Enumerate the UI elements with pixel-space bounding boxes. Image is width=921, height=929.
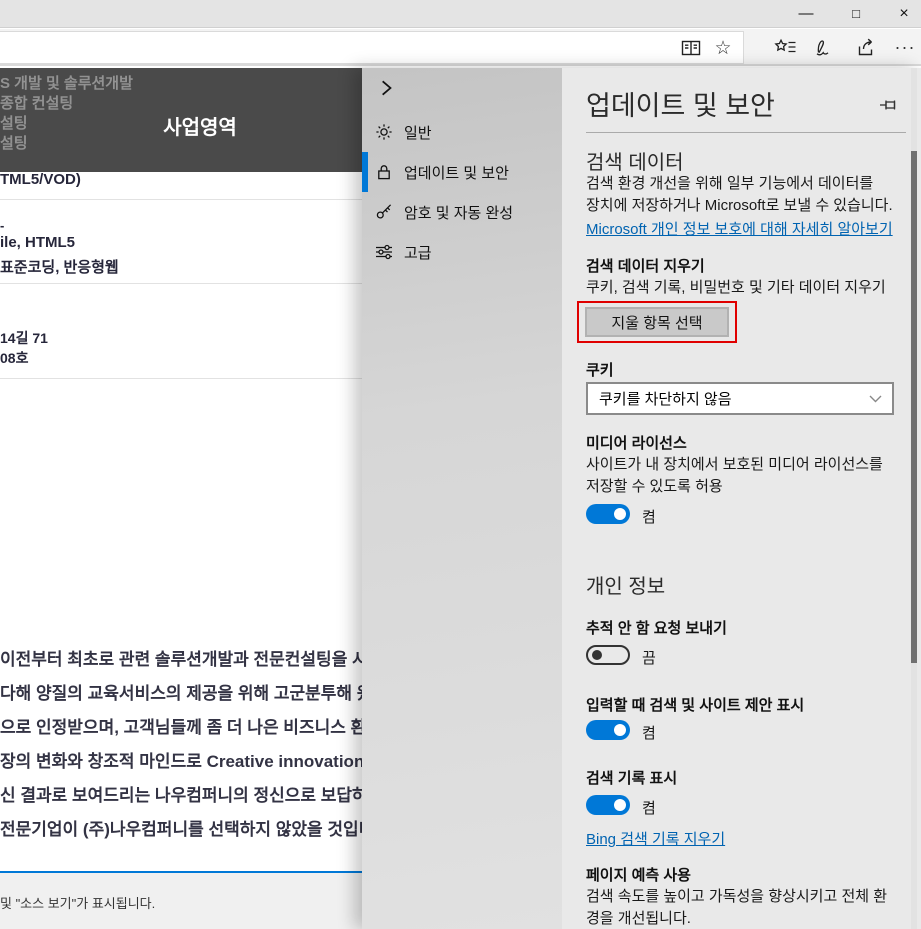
sidebar-item-passwords[interactable]: 암호 및 자동 완성 bbox=[362, 192, 562, 232]
maximize-button[interactable]: □ bbox=[840, 0, 872, 27]
share-icon[interactable] bbox=[853, 35, 879, 59]
divider bbox=[0, 378, 362, 379]
lock-icon bbox=[375, 163, 393, 181]
content-area: S 개발 및 솔루션개발 종합 컨설팅 설팅 설팅 사업영역 TML5/VOD)… bbox=[0, 68, 921, 929]
gear-icon bbox=[375, 123, 393, 141]
divider bbox=[586, 132, 906, 133]
desc-line: 검색 환경 개선을 위해 일부 기능에서 데이터를 bbox=[586, 173, 893, 195]
chevron-right-icon[interactable] bbox=[376, 78, 396, 98]
paragraph-line: 으로 인정받으며, 고객님들께 좀 더 나은 비즈니스 환경 bbox=[0, 711, 362, 745]
browser-toolbar: ☆ ··· bbox=[0, 29, 921, 66]
toggle-state-label: 켬 bbox=[642, 797, 656, 818]
paragraph-line: 이전부터 최초로 관련 솔루션개발과 전문컨설팅을 시작 bbox=[0, 643, 362, 677]
page-notification-bar: 및 "소스 보기"가 표시됩니다. bbox=[0, 873, 362, 929]
sidebar-item-label: 암호 및 자동 완성 bbox=[404, 202, 513, 223]
toggle-knob bbox=[614, 724, 626, 736]
sidebar-item-update-security[interactable]: 업데이트 및 보안 bbox=[362, 152, 562, 192]
desc-line: 검색 속도를 높이고 가독성을 향상시키고 전체 환 bbox=[586, 886, 887, 908]
page-paragraph: 이전부터 최초로 관련 솔루션개발과 전문컨설팅을 시작 다해 양질의 교육서비… bbox=[0, 643, 362, 847]
browsing-data-desc: 검색 환경 개선을 위해 일부 기능에서 데이터를 장치에 저장하거나 Micr… bbox=[586, 173, 893, 217]
toggle-knob bbox=[592, 650, 602, 660]
edge-browser-window: — □ × ☆ bbox=[0, 0, 921, 929]
header-fragment: 종합 컨설팅 bbox=[0, 92, 73, 113]
do-not-track-toggle[interactable] bbox=[586, 645, 630, 665]
sidebar-item-label: 고급 bbox=[404, 242, 432, 263]
media-licenses-toggle[interactable] bbox=[586, 504, 630, 524]
paragraph-line: 다해 양질의 교육서비스의 제공을 위해 고군분투해 왔 bbox=[0, 677, 362, 711]
settings-nav: 일반 업데이트 및 보안 bbox=[362, 68, 562, 929]
desc-line: 저장할 수 있도록 허용 bbox=[586, 476, 883, 498]
annotation-red-box: 지울 항목 선택 bbox=[577, 301, 737, 343]
desc-line: 경을 개선됩니다. bbox=[586, 908, 887, 929]
search-history-toggle[interactable] bbox=[586, 795, 630, 815]
page-text: 표준코딩, 반응형웹 bbox=[0, 256, 119, 277]
search-suggestions-toggle[interactable] bbox=[586, 720, 630, 740]
scrollbar-thumb[interactable] bbox=[911, 151, 917, 663]
header-fragment: 설팅 bbox=[0, 132, 28, 153]
sidebar-item-general[interactable]: 일반 bbox=[362, 112, 562, 152]
title-bar: — □ × bbox=[0, 0, 921, 28]
page-text: TML5/VOD) bbox=[0, 171, 81, 188]
address-bar[interactable]: ☆ bbox=[0, 31, 744, 64]
clear-browsing-data-label: 검색 데이터 지우기 bbox=[586, 255, 705, 276]
sidebar-item-label: 업데이트 및 보안 bbox=[404, 162, 509, 183]
media-licenses-label: 미디어 라이선스 bbox=[586, 432, 687, 453]
sidebar-item-advanced[interactable]: 고급 bbox=[362, 232, 562, 272]
reading-view-icon[interactable] bbox=[679, 37, 703, 59]
divider bbox=[0, 283, 362, 284]
key-icon bbox=[375, 203, 393, 221]
paragraph-line: 전문기업이 (주)나우컴퍼니를 선택하지 않았을 것입니 bbox=[0, 813, 362, 847]
do-not-track-label: 추적 안 함 요청 보내기 bbox=[586, 617, 727, 638]
paragraph-line: 장의 변화와 창조적 마인드로 Creative innovation을 bbox=[0, 745, 362, 779]
page-text: - bbox=[0, 218, 4, 233]
hub-favorites-icon[interactable] bbox=[772, 35, 798, 59]
chevron-down-icon bbox=[869, 395, 882, 403]
clear-browsing-data-desc: 쿠키, 검색 기록, 비밀번호 및 기타 데이터 지우기 bbox=[586, 277, 886, 299]
paragraph-line: 신 결과로 보여드리는 나우컴퍼니의 정신으로 보답하겠 bbox=[0, 779, 362, 813]
close-button[interactable]: × bbox=[888, 0, 920, 27]
header-fragment: S 개발 및 솔루션개발 bbox=[0, 72, 133, 93]
privacy-learn-more-link[interactable]: Microsoft 개인 정보 보호에 대해 자세히 알아보기 bbox=[586, 218, 893, 239]
sliders-icon bbox=[375, 243, 393, 261]
desc-line: 사이트가 내 장치에서 보호된 미디어 라이선스를 bbox=[586, 454, 883, 476]
webpage-dark-header: S 개발 및 솔루션개발 종합 컨설팅 설팅 설팅 사업영역 bbox=[0, 68, 362, 172]
webpage: S 개발 및 솔루션개발 종합 컨설팅 설팅 설팅 사업영역 TML5/VOD)… bbox=[0, 68, 362, 929]
webpage-section-title: 사업영역 bbox=[120, 111, 280, 140]
privacy-heading: 개인 정보 bbox=[586, 570, 665, 599]
more-actions-icon[interactable]: ··· bbox=[892, 35, 918, 59]
cookies-label: 쿠키 bbox=[586, 359, 614, 380]
page-prediction-label: 페이지 예측 사용 bbox=[586, 864, 691, 885]
web-note-ink-icon[interactable] bbox=[810, 35, 836, 59]
toggle-knob bbox=[614, 508, 626, 520]
toggle-knob bbox=[614, 799, 626, 811]
notification-text: 및 "소스 보기"가 표시됩니다. bbox=[0, 893, 155, 912]
page-text: ile, HTML5 bbox=[0, 234, 75, 251]
browsing-data-heading: 검색 데이터 bbox=[586, 146, 684, 175]
toggle-state-label: 켬 bbox=[642, 506, 656, 527]
header-fragment: 설팅 bbox=[0, 112, 28, 133]
page-prediction-desc: 검색 속도를 높이고 가독성을 향상시키고 전체 환 경을 개선됩니다. bbox=[586, 886, 887, 929]
minimize-button[interactable]: — bbox=[790, 0, 822, 27]
sidebar-item-label: 일반 bbox=[404, 122, 432, 143]
settings-panel: 업데이트 및 보안 검색 데이터 검색 환경 개선을 위해 일부 기능에서 데이… bbox=[562, 68, 921, 929]
toggle-state-label: 켬 bbox=[642, 722, 656, 743]
choose-what-to-clear-button[interactable]: 지울 항목 선택 bbox=[585, 307, 729, 337]
cookies-dropdown[interactable]: 쿠키를 차단하지 않음 bbox=[586, 382, 894, 415]
desc-line: 장치에 저장하거나 Microsoft로 보낼 수 있습니다. bbox=[586, 195, 893, 217]
page-text: 14길 71 bbox=[0, 328, 48, 348]
divider bbox=[0, 199, 362, 200]
media-licenses-desc: 사이트가 내 장치에서 보호된 미디어 라이선스를 저장할 수 있도록 허용 bbox=[586, 454, 883, 498]
page-text: 08호 bbox=[0, 348, 28, 368]
settings-flyout: 일반 업데이트 및 보안 bbox=[362, 68, 921, 929]
favorite-star-icon[interactable]: ☆ bbox=[711, 37, 735, 59]
settings-title: 업데이트 및 보안 bbox=[586, 84, 775, 123]
cookies-dropdown-value: 쿠키를 차단하지 않음 bbox=[599, 388, 732, 409]
search-history-label: 검색 기록 표시 bbox=[586, 767, 677, 788]
pin-icon[interactable] bbox=[879, 98, 901, 112]
bing-clear-history-link[interactable]: Bing 검색 기록 지우기 bbox=[586, 828, 725, 849]
search-suggestions-label: 입력할 때 검색 및 사이트 제안 표시 bbox=[586, 694, 804, 715]
toggle-state-label: 끔 bbox=[642, 647, 656, 668]
